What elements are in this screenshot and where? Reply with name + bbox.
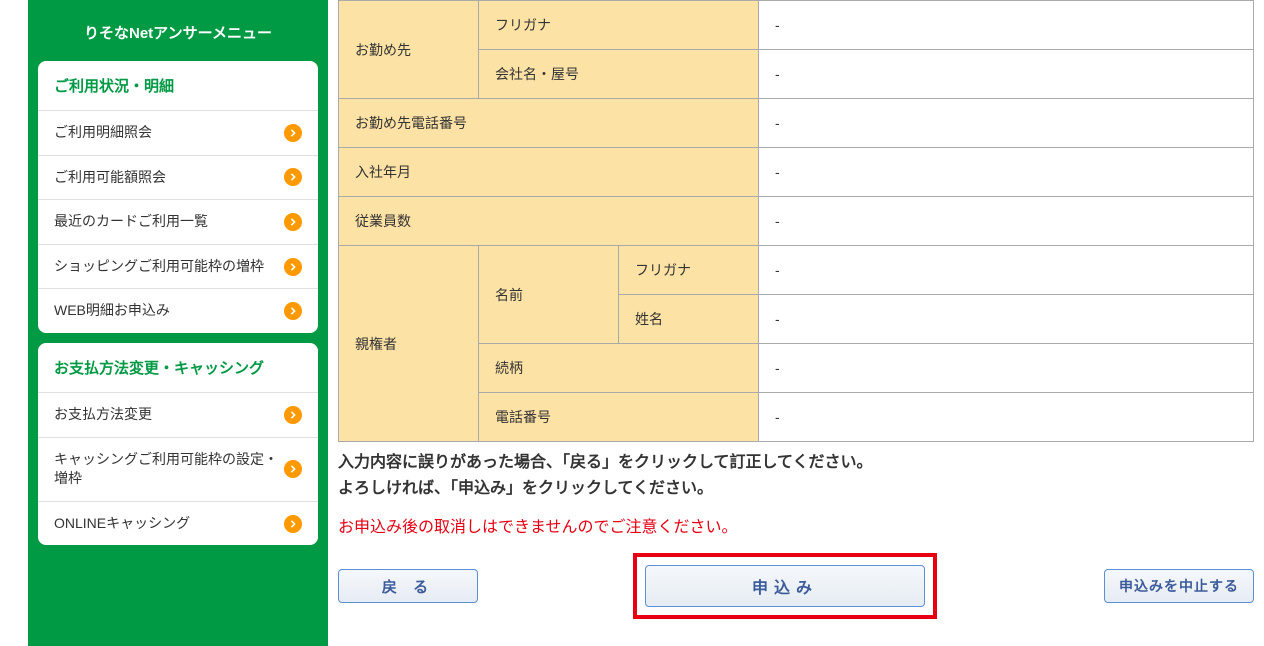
menu-group-usage: ご利用状況・明細 ご利用明細照会 ご利用可能額照会 最近のカードご利用一覧 ショ… [38,61,318,333]
chevron-right-icon [284,515,302,533]
sidebar-item-label: ご利用可能額照会 [54,168,284,188]
guardian-phone-label: 電話番号 [479,393,759,442]
workplace-name-label: 会社名・屋号 [479,50,759,99]
workplace-name-value: - [759,50,1254,99]
chevron-right-icon [284,302,302,320]
application-form-table: お勤め先 フリガナ - 会社名・屋号 - お勤め先電話番号 - 入社年月 - 従… [338,0,1254,442]
sidebar-item-label: 最近のカードご利用一覧 [54,212,284,232]
employees-value: - [759,197,1254,246]
sidebar-item-label: WEB明細お申込み [54,301,284,321]
apply-highlight: 申込み [633,553,937,619]
main-content: お勤め先 フリガナ - 会社名・屋号 - お勤め先電話番号 - 入社年月 - 従… [328,0,1264,646]
chevron-right-icon [284,258,302,276]
guardian-name-value: - [759,295,1254,344]
guardian-furigana-label: フリガナ [619,246,759,295]
sidebar-item-online-cashing[interactable]: ONLINEキャッシング [38,501,318,546]
sidebar-title: りそなNetアンサーメニュー [38,10,318,61]
sidebar-item-payment-change[interactable]: お支払方法変更 [38,392,318,437]
apply-button[interactable]: 申込み [645,565,925,607]
back-button[interactable]: 戻 る [338,569,478,603]
workplace-furigana-label: フリガナ [479,1,759,50]
sidebar-item-label: お支払方法変更 [54,405,284,425]
join-date-label: 入社年月 [339,148,759,197]
sidebar-item-usage-detail[interactable]: ご利用明細照会 [38,110,318,155]
cancel-button[interactable]: 申込みを中止する [1104,569,1254,603]
sidebar-item-label: キャッシングご利用可能枠の設定・増枠 [54,450,284,489]
menu-group-title-usage: ご利用状況・明細 [38,61,318,110]
sidebar-item-cashing-limit[interactable]: キャッシングご利用可能枠の設定・増枠 [38,437,318,501]
guardian-furigana-value: - [759,246,1254,295]
chevron-right-icon [284,460,302,478]
workplace-phone-value: - [759,99,1254,148]
workplace-furigana-value: - [759,1,1254,50]
guardian-relation-value: - [759,344,1254,393]
workplace-phone-label: お勤め先電話番号 [339,99,759,148]
sidebar-item-available-amount[interactable]: ご利用可能額照会 [38,155,318,200]
guardian-name-label: 名前 [479,246,619,344]
guardian-relation-label: 続柄 [479,344,759,393]
warning-text: お申込み後の取消しはできませんのでご注意ください。 [338,513,1254,537]
instruction-text: 入力内容に誤りがあった場合、「戻る」をクリックして訂正してください。 よろしけれ… [338,450,1254,501]
sidebar-item-shopping-limit[interactable]: ショッピングご利用可能枠の増枠 [38,244,318,289]
workplace-label: お勤め先 [339,1,479,99]
chevron-right-icon [284,213,302,231]
guardian-name-sub-label: 姓名 [619,295,759,344]
sidebar: りそなNetアンサーメニュー ご利用状況・明細 ご利用明細照会 ご利用可能額照会… [28,0,328,646]
sidebar-item-recent-usage[interactable]: 最近のカードご利用一覧 [38,199,318,244]
instruction-line2: よろしければ、「申込み」をクリックしてください。 [338,476,1254,502]
sidebar-item-label: ショッピングご利用可能枠の増枠 [54,257,284,277]
sidebar-item-label: ONLINEキャッシング [54,514,284,534]
chevron-right-icon [284,168,302,186]
sidebar-item-label: ご利用明細照会 [54,123,284,143]
button-row: 戻 る 申込み 申込みを中止する [338,553,1254,619]
guardian-phone-value: - [759,393,1254,442]
chevron-right-icon [284,124,302,142]
menu-group-payment: お支払方法変更・キャッシング お支払方法変更 キャッシングご利用可能枠の設定・増… [38,343,318,545]
chevron-right-icon [284,406,302,424]
join-date-value: - [759,148,1254,197]
menu-group-title-payment: お支払方法変更・キャッシング [38,343,318,392]
sidebar-item-web-statement[interactable]: WEB明細お申込み [38,288,318,333]
employees-label: 従業員数 [339,197,759,246]
guardian-label: 親権者 [339,246,479,442]
instruction-line1: 入力内容に誤りがあった場合、「戻る」をクリックして訂正してください。 [338,450,1254,476]
